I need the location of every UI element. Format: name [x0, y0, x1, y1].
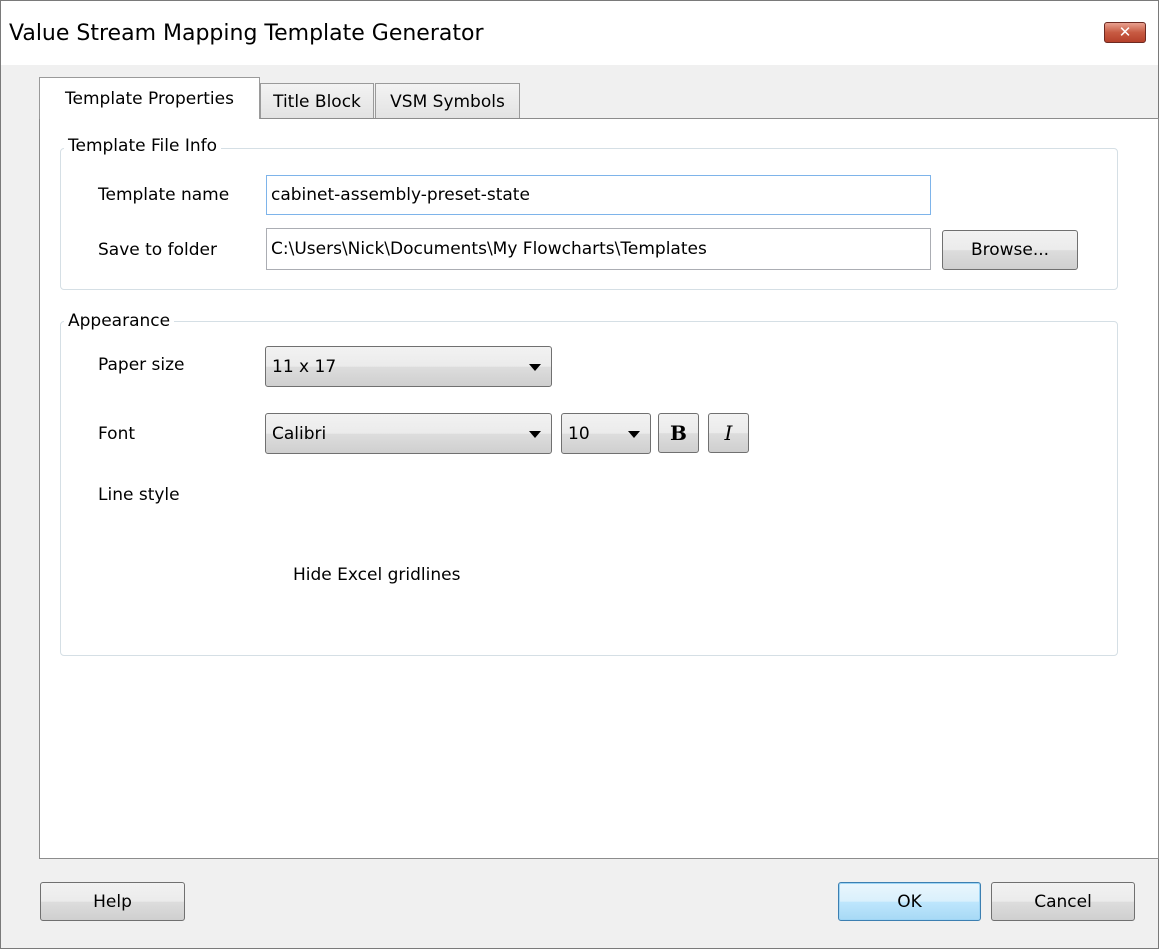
chevron-down-icon [529, 430, 541, 438]
chevron-down-icon [628, 430, 640, 438]
tab-template-properties-label: Template Properties [65, 88, 234, 109]
font-size-value: 10 [568, 423, 590, 444]
paper-size-select[interactable]: 11 x 17 [265, 346, 552, 387]
bold-button[interactable]: B [658, 413, 699, 453]
browse-button-label: Browse... [970, 240, 1050, 260]
save-folder-input[interactable]: C:\Users\Nick\Documents\My Flowcharts\Te… [266, 228, 931, 270]
hide-gridlines-label[interactable]: Hide Excel gridlines [293, 565, 460, 585]
tab-vsm-symbols-label: VSM Symbols [390, 91, 505, 112]
group-appearance [60, 321, 1118, 656]
browse-button[interactable]: Browse... [942, 230, 1078, 270]
line-style-label: Line style [98, 485, 180, 505]
cancel-button[interactable]: Cancel [991, 882, 1135, 921]
tab-panel-template-properties: Template File Info Template name cabinet… [39, 118, 1159, 859]
italic-icon: I [724, 421, 733, 445]
close-button[interactable]: ✕ [1104, 22, 1146, 43]
cancel-button-label: Cancel [1034, 891, 1092, 912]
bold-icon: B [670, 421, 687, 445]
font-label: Font [98, 424, 136, 444]
template-name-label: Template name [98, 185, 230, 205]
tab-vsm-symbols[interactable]: VSM Symbols [375, 83, 520, 119]
window-title: Value Stream Mapping Template Generator [9, 21, 484, 46]
template-name-value: cabinet-assembly-preset-state [271, 185, 530, 205]
help-button-label: Help [93, 891, 132, 912]
paper-size-value: 11 x 17 [272, 356, 337, 377]
ok-button[interactable]: OK [838, 882, 981, 921]
font-select[interactable]: Calibri [265, 413, 552, 454]
template-name-input[interactable]: cabinet-assembly-preset-state [266, 175, 931, 215]
save-folder-label: Save to folder [98, 240, 217, 260]
dialog-window: Value Stream Mapping Template Generator … [0, 0, 1159, 949]
tab-template-properties[interactable]: Template Properties [39, 77, 260, 119]
tab-title-block[interactable]: Title Block [260, 83, 374, 119]
group-legend-appearance: Appearance [64, 311, 175, 331]
save-folder-value: C:\Users\Nick\Documents\My Flowcharts\Te… [271, 239, 707, 259]
ok-button-label: OK [897, 891, 922, 912]
font-size-select[interactable]: 10 [561, 413, 651, 454]
paper-size-label: Paper size [98, 355, 185, 375]
font-value: Calibri [272, 423, 327, 444]
close-icon: ✕ [1118, 23, 1132, 41]
chevron-down-icon [529, 363, 541, 371]
tab-title-block-label: Title Block [273, 91, 361, 112]
italic-button[interactable]: I [708, 413, 749, 453]
title-bar[interactable]: Value Stream Mapping Template Generator … [1, 1, 1158, 65]
group-legend-template-file-info: Template File Info [64, 136, 221, 156]
help-button[interactable]: Help [40, 882, 185, 921]
